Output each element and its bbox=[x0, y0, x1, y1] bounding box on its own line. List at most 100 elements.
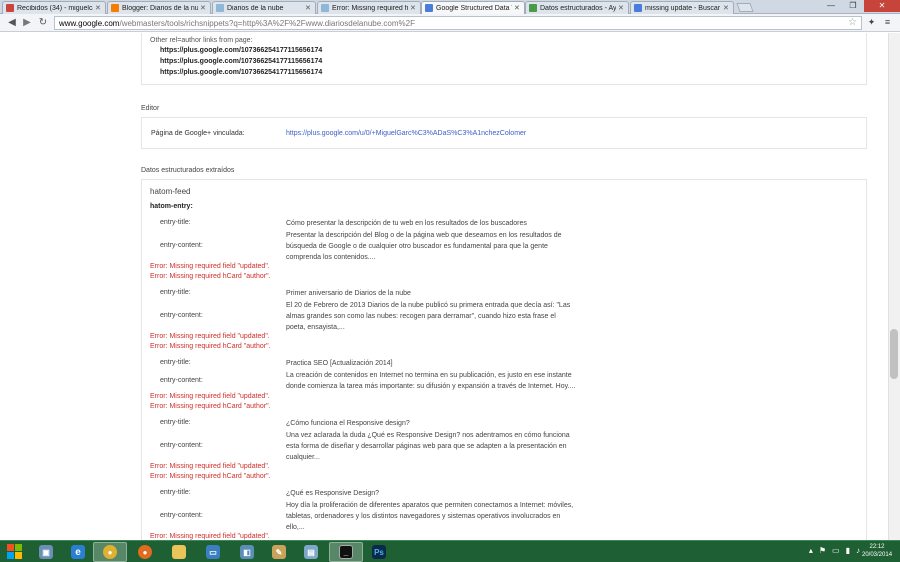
network-status-icon[interactable]: ▮ bbox=[846, 546, 850, 555]
new-tab-button[interactable] bbox=[736, 3, 754, 12]
tab-label: Datos estructurados - Ayu bbox=[540, 4, 616, 12]
tab-diarios[interactable]: Diarios de la nube ✕ bbox=[212, 1, 316, 14]
entry-title-value: Practica SEO [Actualización 2014] bbox=[286, 360, 393, 367]
feed-label: hatom-feed bbox=[150, 187, 191, 196]
tab-strip: Recibidos (34) - miguelcar ✕ Blogger: Di… bbox=[0, 0, 900, 14]
entry-content-label: entry-content: bbox=[160, 312, 203, 319]
blogger-icon bbox=[111, 4, 119, 12]
folder-icon[interactable] bbox=[162, 542, 196, 562]
clock[interactable]: 22:12 20/03/2014 bbox=[862, 543, 892, 559]
close-icon[interactable]: ✕ bbox=[618, 4, 625, 12]
cloud-icon bbox=[216, 4, 224, 12]
error-message: Error: Missing required field "updated". bbox=[150, 333, 270, 340]
cmd-icon[interactable]: _ bbox=[329, 542, 363, 562]
entry-title-value: ¿Cómo funciona el Responsive design? bbox=[286, 420, 410, 427]
entry-title-label: entry-title: bbox=[160, 289, 191, 296]
page-content: Other rel=author links from page: https:… bbox=[0, 33, 888, 540]
entry-title-label: entry-title: bbox=[160, 419, 191, 426]
scrollbar-thumb[interactable] bbox=[890, 329, 898, 379]
maximize-icon[interactable]: ❐ bbox=[842, 0, 864, 12]
tab-missing-update[interactable]: missing update - Buscar c ✕ bbox=[630, 1, 734, 14]
tab-label: Google Structured Data Te bbox=[436, 4, 512, 12]
url-path: /webmasters/tools/richsnippets?q=http%3A… bbox=[119, 18, 415, 28]
tab-structured-data[interactable]: Google Structured Data Te ✕ bbox=[421, 1, 525, 14]
error-message: Error: Missing required hCard "author". bbox=[150, 343, 271, 350]
close-icon[interactable]: ✕ bbox=[95, 4, 102, 12]
taskbar: ▣ e ● ● ▭ ◧ ✎ ▤ _ Ps ▴ ⚑ ▭ ▮ ♪ 22:12 20/… bbox=[0, 540, 900, 562]
close-window-icon[interactable]: ✕ bbox=[864, 0, 900, 12]
tab-datos[interactable]: Datos estructurados - Ayu ✕ bbox=[525, 1, 629, 14]
forward-icon[interactable]: ▶ bbox=[19, 15, 35, 31]
entry-content-label: entry-content: bbox=[160, 377, 203, 384]
minimize-icon[interactable]: — bbox=[820, 0, 842, 12]
entry-content-label: entry-content: bbox=[160, 442, 203, 449]
author-links-box: Other rel=author links from page: https:… bbox=[141, 33, 867, 85]
error-message: Error: Missing required field "updated". bbox=[150, 263, 270, 270]
error-message: Error: Missing required hCard "author". bbox=[150, 473, 271, 480]
explorer-icon[interactable]: ▣ bbox=[29, 542, 63, 562]
window-controls: — ❐ ✕ bbox=[820, 0, 900, 12]
entry-content-value: La creación de contenidos en Internet no… bbox=[286, 372, 576, 390]
entry-title-value: Primer aniversario de Diarios de la nube bbox=[286, 290, 411, 297]
tab-label: Blogger: Diarios de la nub bbox=[122, 4, 198, 12]
google-docs-icon bbox=[529, 4, 537, 12]
editor-heading: Editor bbox=[141, 105, 160, 112]
error-message: Error: Missing required field "updated". bbox=[150, 463, 270, 470]
entry-content-label: entry-content: bbox=[160, 512, 203, 519]
entry-title-value: Cómo presentar la descripción de tu web … bbox=[286, 220, 527, 227]
gmail-icon bbox=[6, 4, 14, 12]
paint-icon[interactable]: ✎ bbox=[262, 542, 296, 562]
tab-label: Diarios de la nube bbox=[227, 4, 284, 12]
monitor-icon[interactable]: ▭ bbox=[832, 546, 840, 555]
entry-content-label: entry-content: bbox=[160, 242, 203, 249]
chrome-icon[interactable]: ● bbox=[93, 542, 127, 562]
address-bar[interactable]: www.google.com/webmasters/tools/richsnip… bbox=[54, 16, 862, 30]
clock-date: 20/03/2014 bbox=[862, 552, 893, 558]
entry-title-label: entry-title: bbox=[160, 359, 191, 366]
reload-icon[interactable]: ↻ bbox=[35, 15, 51, 31]
tab-label: Error: Missing required fie bbox=[332, 4, 408, 12]
entry-title-label: entry-title: bbox=[160, 489, 191, 496]
tab-label: missing update - Buscar c bbox=[645, 4, 721, 12]
error-message: Error: Missing required field "updated". bbox=[150, 533, 270, 540]
scrollbar[interactable] bbox=[888, 33, 900, 540]
author-link[interactable]: https://plus.google.com/1073662541771156… bbox=[160, 69, 322, 76]
windows-start-icon[interactable] bbox=[6, 543, 24, 561]
entry-heading: hatom-entry: bbox=[150, 203, 193, 210]
error-message: Error: Missing required hCard "author". bbox=[150, 403, 271, 410]
tab-gmail[interactable]: Recibidos (34) - miguelcar ✕ bbox=[2, 1, 106, 14]
google-icon bbox=[634, 4, 642, 12]
notes-icon[interactable]: ▤ bbox=[294, 542, 328, 562]
author-link[interactable]: https://plus.google.com/1073662541771156… bbox=[160, 47, 322, 54]
linked-page-label: Página de Google+ vinculada: bbox=[151, 130, 245, 137]
volume-icon[interactable]: ♪ bbox=[856, 546, 860, 555]
close-icon[interactable]: ✕ bbox=[305, 4, 312, 12]
tray-arrow-icon[interactable]: ▴ bbox=[809, 546, 813, 555]
ie-icon[interactable]: e bbox=[61, 542, 95, 562]
linked-page-link[interactable]: https://plus.google.com/u/0/+MiguelGarc%… bbox=[286, 130, 526, 137]
entry-content-value: Hoy día la proliferación de diferentes a… bbox=[286, 502, 574, 531]
url-domain: www.google.com bbox=[59, 18, 120, 28]
browser-toolbar: ◀ ▶ ↻ www.google.com/webmasters/tools/ri… bbox=[0, 14, 900, 32]
menu-icon[interactable]: ≡ bbox=[882, 17, 893, 28]
entry-title-label: entry-title: bbox=[160, 219, 191, 226]
star-icon[interactable]: ☆ bbox=[848, 17, 857, 29]
close-icon[interactable]: ✕ bbox=[410, 4, 417, 12]
close-icon[interactable]: ✕ bbox=[514, 4, 521, 12]
extracted-heading: Datos estructurados extraídos bbox=[141, 167, 235, 174]
tab-error[interactable]: Error: Missing required fie ✕ bbox=[317, 1, 421, 14]
firefox-icon[interactable]: ● bbox=[128, 542, 162, 562]
error-message: Error: Missing required field "updated". bbox=[150, 393, 270, 400]
close-icon[interactable]: ✕ bbox=[200, 4, 207, 12]
flag-icon[interactable]: ⚑ bbox=[819, 546, 826, 555]
tab-blogger[interactable]: Blogger: Diarios de la nub ✕ bbox=[107, 1, 211, 14]
clock-time: 22:12 bbox=[869, 544, 885, 550]
close-icon[interactable]: ✕ bbox=[723, 4, 730, 12]
extension-icon[interactable]: ✦ bbox=[866, 17, 877, 28]
photoshop-icon[interactable]: Ps bbox=[362, 542, 396, 562]
back-icon[interactable]: ◀ bbox=[4, 15, 20, 31]
error-message: Error: Missing required hCard "author". bbox=[150, 273, 271, 280]
network-icon[interactable]: ◧ bbox=[230, 542, 264, 562]
remote-desktop-icon[interactable]: ▭ bbox=[196, 542, 230, 562]
author-link[interactable]: https://plus.google.com/1073662541771156… bbox=[160, 58, 322, 65]
